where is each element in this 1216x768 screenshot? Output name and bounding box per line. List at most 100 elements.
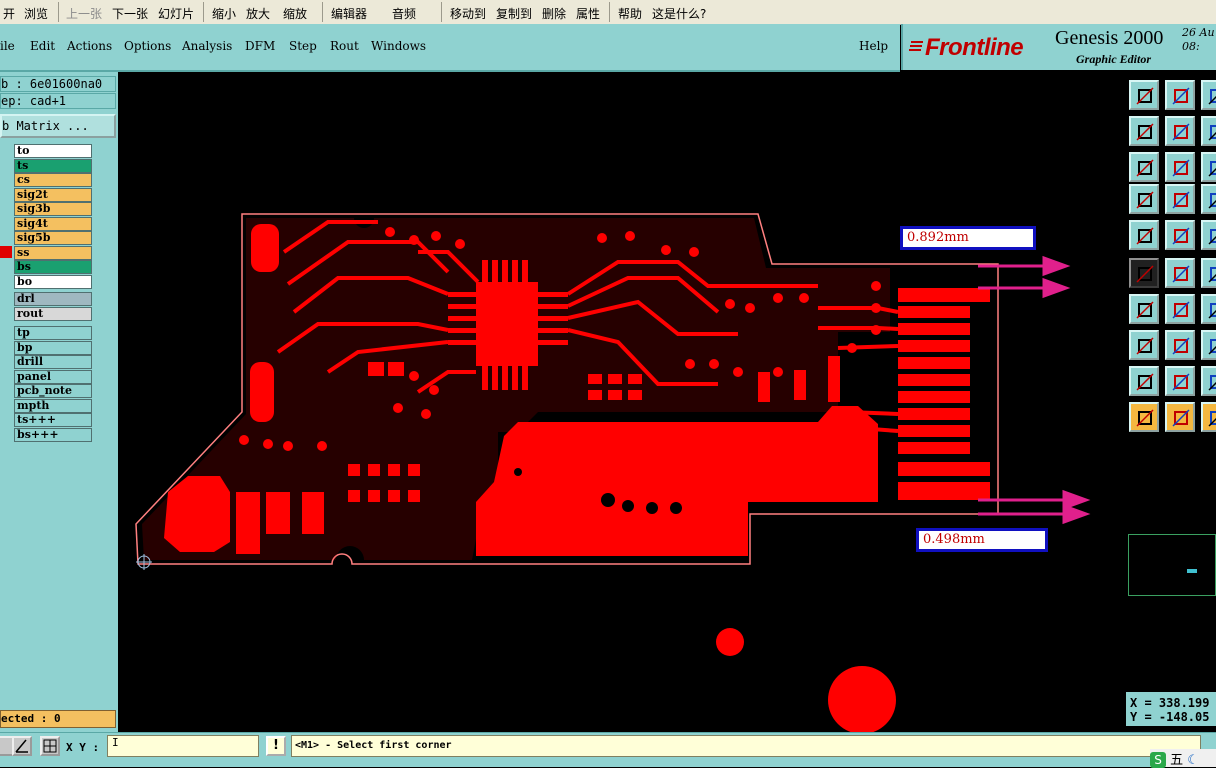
layer-affected-toggle[interactable] <box>0 231 12 243</box>
overview-map[interactable] <box>1128 534 1216 596</box>
menu-actions[interactable]: Actions <box>67 39 112 53</box>
layer-row[interactable]: ts <box>14 158 92 173</box>
layer-affected-toggle[interactable] <box>0 427 12 440</box>
cut-button[interactable] <box>1165 184 1195 214</box>
ruler-button[interactable] <box>1201 220 1216 250</box>
toolbar-item[interactable]: 放大 <box>246 5 270 22</box>
move-up-button[interactable] <box>1129 80 1159 110</box>
job-matrix-button[interactable]: b Matrix ... <box>0 114 116 138</box>
toolbar-item[interactable]: 编辑器 <box>331 5 367 22</box>
layer-row[interactable]: tp <box>14 326 92 340</box>
layer-affected-toggle[interactable] <box>0 173 12 185</box>
rout-button[interactable] <box>1129 184 1159 214</box>
arc-button[interactable] <box>1165 366 1195 396</box>
layer-row[interactable]: ss <box>14 245 92 260</box>
menu-edit[interactable]: Edit <box>30 39 55 53</box>
select-button[interactable] <box>1201 184 1216 214</box>
toolbar-item[interactable]: 移动到 <box>450 5 486 22</box>
toolbar-item[interactable]: 删除 <box>542 5 566 22</box>
layer-row[interactable]: sig3b <box>14 202 92 216</box>
layer-row[interactable]: drl <box>14 292 92 306</box>
toolbar-item[interactable]: 复制到 <box>496 5 532 22</box>
layer-affected-toggle[interactable] <box>0 340 12 353</box>
menu-help[interactable]: Help <box>859 39 888 53</box>
menu-file[interactable]: ile <box>0 39 15 53</box>
grid-button[interactable] <box>40 736 60 756</box>
layer-affected-toggle[interactable] <box>0 306 12 319</box>
line3-button[interactable] <box>1201 294 1216 324</box>
cross-button[interactable] <box>1165 258 1195 288</box>
menu-windows[interactable]: Windows <box>371 39 426 53</box>
menu-rout[interactable]: Rout <box>330 39 359 53</box>
layer-row[interactable]: bp <box>14 340 92 355</box>
layer-row[interactable]: pcb_note <box>14 384 92 398</box>
layer-row[interactable]: mpth <box>14 398 92 413</box>
edit-shape-button[interactable] <box>1165 220 1195 250</box>
pad-button[interactable] <box>1201 258 1216 288</box>
toolbar-item[interactable]: 音频 <box>392 5 416 22</box>
layer-row[interactable]: bs+++ <box>14 427 92 442</box>
snap-button[interactable] <box>1201 116 1216 146</box>
layer-affected-toggle[interactable] <box>0 369 12 382</box>
toolbar-item[interactable]: 幻灯片 <box>158 5 194 22</box>
layer-affected-toggle[interactable] <box>0 216 12 229</box>
layer-row[interactable]: sig4t <box>14 216 92 231</box>
layer-row[interactable]: to <box>14 144 92 158</box>
layer-row[interactable]: rout <box>14 306 92 321</box>
layer-affected-toggle[interactable] <box>0 158 12 171</box>
layer-affected-toggle[interactable] <box>0 202 12 214</box>
toolbar-item[interactable]: 这是什么? <box>652 5 706 22</box>
checkmark-button[interactable] <box>1129 220 1159 250</box>
layer-affected-toggle[interactable] <box>0 413 12 425</box>
layer-affected-toggle[interactable] <box>0 355 12 367</box>
home-button[interactable] <box>1201 80 1216 110</box>
menu-options[interactable]: Options <box>124 39 171 53</box>
fit-button[interactable] <box>1129 152 1159 182</box>
toolbar-item[interactable]: 开 <box>3 5 15 22</box>
layer-row[interactable]: ts+++ <box>14 413 92 427</box>
layer-row[interactable]: cs <box>14 173 92 187</box>
triangle-button[interactable] <box>1129 366 1159 396</box>
layer-affected-toggle[interactable] <box>0 292 12 304</box>
pad-add-button[interactable] <box>1129 330 1159 360</box>
layer-affected-toggle[interactable] <box>0 384 12 396</box>
pointer-button[interactable] <box>1129 402 1159 432</box>
toolbar-item[interactable]: 帮助 <box>618 5 642 22</box>
layer-affected-toggle[interactable] <box>0 187 12 200</box>
net-button[interactable] <box>1129 258 1159 288</box>
toolbar-item[interactable]: 缩小 <box>212 5 236 22</box>
layer-row[interactable]: sig2t <box>14 187 92 202</box>
menu-dfm[interactable]: DFM <box>245 39 275 53</box>
pointer2-button[interactable] <box>1165 402 1195 432</box>
line2-button[interactable] <box>1165 294 1195 324</box>
measure-tool-button[interactable] <box>12 736 32 756</box>
zoom-button[interactable] <box>1165 152 1195 182</box>
move-right-button[interactable] <box>1165 116 1195 146</box>
layer-affected-toggle[interactable] <box>0 245 12 258</box>
layer-affected-toggle[interactable] <box>0 144 12 156</box>
layer-row[interactable]: bs <box>14 260 92 274</box>
layer-affected-toggle[interactable] <box>0 260 12 272</box>
circle-tool-button[interactable] <box>1201 402 1216 432</box>
arc2-button[interactable] <box>1201 366 1216 396</box>
ime-indicator[interactable]: S 五 ☾ <box>1150 749 1216 768</box>
toolbar-item[interactable]: 属性 <box>576 5 600 22</box>
layer-row[interactable]: drill <box>14 355 92 369</box>
layer-affected-toggle[interactable] <box>0 398 12 411</box>
line-button[interactable] <box>1129 294 1159 324</box>
menu-step[interactable]: Step <box>289 39 317 53</box>
toolbar-item[interactable]: 下一张 <box>112 5 148 22</box>
line-add-button[interactable] <box>1165 330 1195 360</box>
layer-row[interactable]: sig5b <box>14 231 92 245</box>
zoom-number-button[interactable] <box>1201 152 1216 182</box>
layer-affected-toggle[interactable] <box>0 326 12 338</box>
graphic-canvas[interactable]: 0.892mm 0.498mm <box>118 72 1126 734</box>
move-left-button[interactable] <box>1129 116 1159 146</box>
layer-row[interactable]: bo <box>14 274 92 289</box>
toolbar-item[interactable]: 缩放 <box>283 5 307 22</box>
toolbar-item[interactable]: 上一张 <box>66 5 102 22</box>
layer-affected-toggle[interactable] <box>0 274 12 287</box>
xy-input[interactable]: I <box>107 735 259 757</box>
menu-analysis[interactable]: Analysis <box>182 39 232 53</box>
line4-button[interactable] <box>1201 330 1216 360</box>
